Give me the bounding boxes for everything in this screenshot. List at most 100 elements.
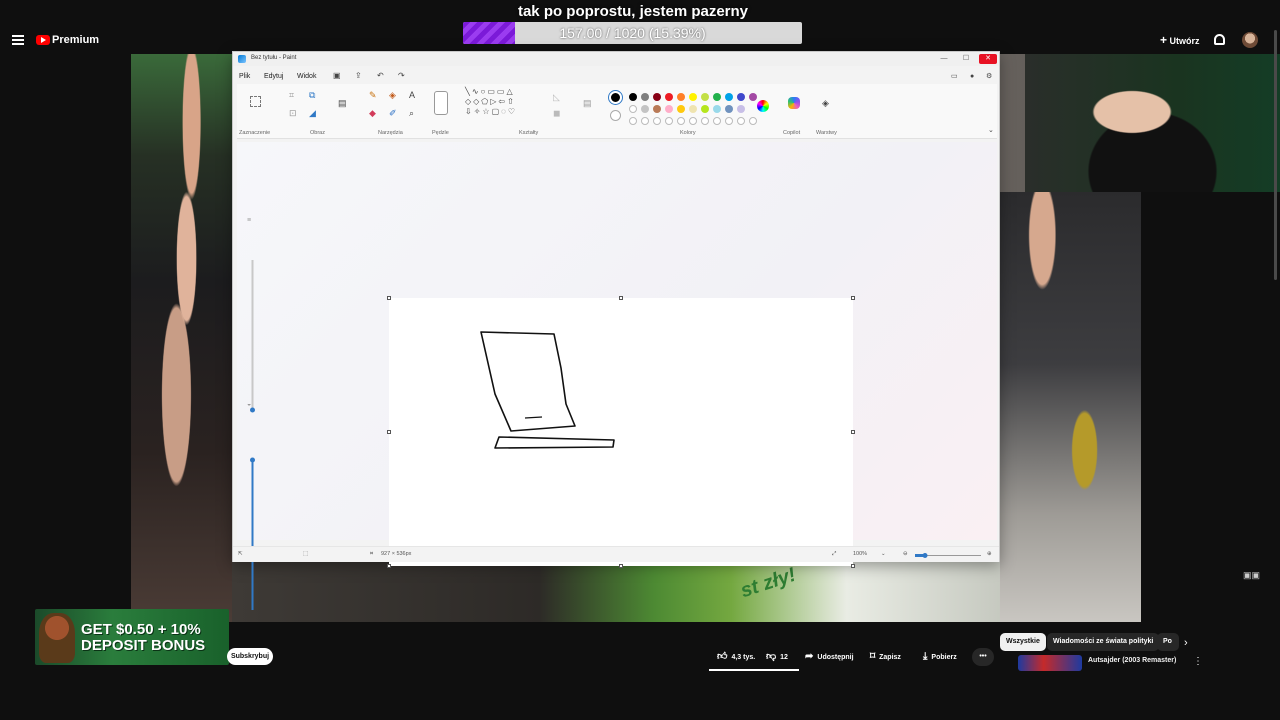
- canvas-resize-handle[interactable]: [387, 564, 391, 568]
- redo-icon[interactable]: ↷: [398, 71, 405, 81]
- recommendation-menu-icon[interactable]: ⋮: [1193, 656, 1203, 667]
- canvas-resize-handle[interactable]: [851, 296, 855, 300]
- save-icon[interactable]: ▣: [333, 71, 341, 81]
- selection-tool-icon[interactable]: [250, 96, 261, 107]
- color-swatch[interactable]: [689, 105, 697, 113]
- pencil-icon[interactable]: ✎: [369, 90, 377, 100]
- canvas-resize-handle[interactable]: [387, 430, 391, 434]
- chip-next-partial[interactable]: Po: [1157, 633, 1179, 651]
- close-icon[interactable]: ✕: [979, 54, 997, 64]
- canvas-resize-handle[interactable]: [619, 564, 623, 568]
- image-select-icon[interactable]: ▤: [338, 98, 347, 108]
- layers-icon[interactable]: ◈: [822, 98, 829, 108]
- color-swatch[interactable]: [725, 105, 733, 113]
- color-swatch[interactable]: [737, 105, 745, 113]
- custom-color-slot[interactable]: [725, 117, 733, 125]
- canvas-resize-handle[interactable]: [387, 296, 391, 300]
- color-swatch[interactable]: [689, 93, 697, 101]
- recommendation-thumbnail[interactable]: [1018, 655, 1082, 671]
- color-swatch[interactable]: [749, 93, 757, 101]
- fit-to-window-icon[interactable]: ⤢: [832, 551, 836, 558]
- fill-shape-icon[interactable]: ◼: [553, 108, 560, 118]
- undo-icon[interactable]: ↶: [377, 71, 384, 81]
- menu-edit[interactable]: Edytuj: [264, 73, 283, 80]
- bell-icon[interactable]: [1214, 34, 1225, 45]
- subscribe-button[interactable]: Subskrybuj: [227, 648, 273, 665]
- custom-color-slot[interactable]: [689, 117, 697, 125]
- paint-titlebar[interactable]: Bez tytułu - Paint — ☐ ✕: [233, 52, 999, 66]
- minimize-icon[interactable]: —: [935, 54, 953, 64]
- youtube-brand[interactable]: Premium: [52, 34, 99, 46]
- custom-color-slot[interactable]: [641, 117, 649, 125]
- resize-icon[interactable]: ⧉: [309, 90, 315, 100]
- zoom-dropdown-icon[interactable]: ⌄: [881, 551, 886, 557]
- canvas-resize-handle[interactable]: [851, 564, 855, 568]
- menu-file[interactable]: Plik: [239, 73, 250, 80]
- color-swatch[interactable]: [737, 93, 745, 101]
- custom-color-slot[interactable]: [713, 117, 721, 125]
- comment-icon[interactable]: ▭: [951, 72, 958, 82]
- brush-icon[interactable]: [434, 91, 448, 115]
- copilot-icon[interactable]: [788, 97, 800, 109]
- color-picker-icon[interactable]: ✐: [389, 108, 397, 118]
- settings-gear-icon[interactable]: ⚙: [986, 72, 992, 82]
- outline-icon[interactable]: ◺: [553, 92, 560, 102]
- color-swatch[interactable]: [641, 93, 649, 101]
- color-swatch[interactable]: [713, 93, 721, 101]
- flip-icon[interactable]: ◢: [309, 108, 316, 118]
- shapes-gallery-icon[interactable]: ╲∿○▭▭△ ◇◇⬠▷⇦⇧ ⇩✧☆▢◌♡: [465, 87, 545, 117]
- edit-colors-icon[interactable]: [757, 100, 769, 112]
- youtube-logo-icon[interactable]: [36, 35, 50, 45]
- share-icon[interactable]: ⇪: [355, 71, 362, 81]
- custom-color-slot[interactable]: [653, 117, 661, 125]
- color-swatch[interactable]: [665, 93, 673, 101]
- custom-color-slot[interactable]: [629, 117, 637, 125]
- custom-color-slot[interactable]: [701, 117, 709, 125]
- custom-color-slot[interactable]: [665, 117, 673, 125]
- drawing-canvas[interactable]: [389, 298, 853, 566]
- color-swatch[interactable]: [713, 105, 721, 113]
- custom-color-slot[interactable]: [749, 117, 757, 125]
- share-button[interactable]: ➦ Udostępnij: [797, 648, 862, 666]
- custom-color-slot[interactable]: [737, 117, 745, 125]
- maximize-icon[interactable]: ☐: [957, 54, 975, 64]
- color-swatch[interactable]: [677, 105, 685, 113]
- chip-all[interactable]: Wszystkie: [1000, 633, 1046, 651]
- shape-size-icon[interactable]: ▤: [583, 98, 592, 108]
- color-swatch[interactable]: [653, 105, 661, 113]
- canvas-resize-handle[interactable]: [851, 430, 855, 434]
- menu-view[interactable]: Widok: [297, 73, 316, 80]
- zoom-level[interactable]: 100%: [853, 551, 867, 557]
- zoom-out-icon[interactable]: ⊖: [903, 551, 908, 557]
- dislike-button[interactable]: 👎︎ 12: [758, 648, 796, 666]
- ribbon-collapse-icon[interactable]: ⌄: [988, 126, 994, 136]
- ad-banner[interactable]: GET $0.50 + 10% DEPOSIT BONUS: [35, 609, 229, 665]
- color-swatch[interactable]: [665, 105, 673, 113]
- page-scrollbar[interactable]: [1273, 30, 1278, 280]
- custom-color-slot[interactable]: [677, 117, 685, 125]
- create-button[interactable]: + Utwórz: [1160, 33, 1200, 47]
- menu-icon[interactable]: [12, 35, 24, 45]
- crop-icon[interactable]: ⌗: [289, 90, 294, 100]
- color-swatch[interactable]: [725, 93, 733, 101]
- more-actions-icon[interactable]: •••: [972, 648, 994, 666]
- secondary-color-swatch[interactable]: [610, 110, 621, 121]
- color-swatch[interactable]: [653, 93, 661, 101]
- like-button[interactable]: 👍︎ 4,3 tys.: [709, 648, 763, 666]
- eraser-icon[interactable]: ◆: [369, 108, 376, 118]
- canvas-resize-handle[interactable]: [619, 296, 623, 300]
- recommendation-title[interactable]: Autsajder (2003 Remaster): [1088, 657, 1176, 664]
- color-swatch[interactable]: [677, 93, 685, 101]
- chevron-right-icon[interactable]: ›: [1184, 637, 1188, 649]
- zoom-slider[interactable]: [915, 553, 981, 558]
- chip-politics[interactable]: Wiadomości ze świata polityki: [1047, 633, 1160, 651]
- color-swatch[interactable]: [701, 93, 709, 101]
- color-swatch[interactable]: [701, 105, 709, 113]
- fill-icon[interactable]: ◈: [389, 90, 396, 100]
- rotate-icon[interactable]: ⊡: [289, 108, 297, 118]
- color-swatch[interactable]: [629, 105, 637, 113]
- save-button[interactable]: ⌑ Zapisz: [862, 648, 909, 666]
- download-button[interactable]: ⤓ Pobierz: [915, 648, 965, 666]
- text-icon[interactable]: A: [409, 90, 415, 100]
- magnifier-icon[interactable]: ⌕: [409, 108, 414, 118]
